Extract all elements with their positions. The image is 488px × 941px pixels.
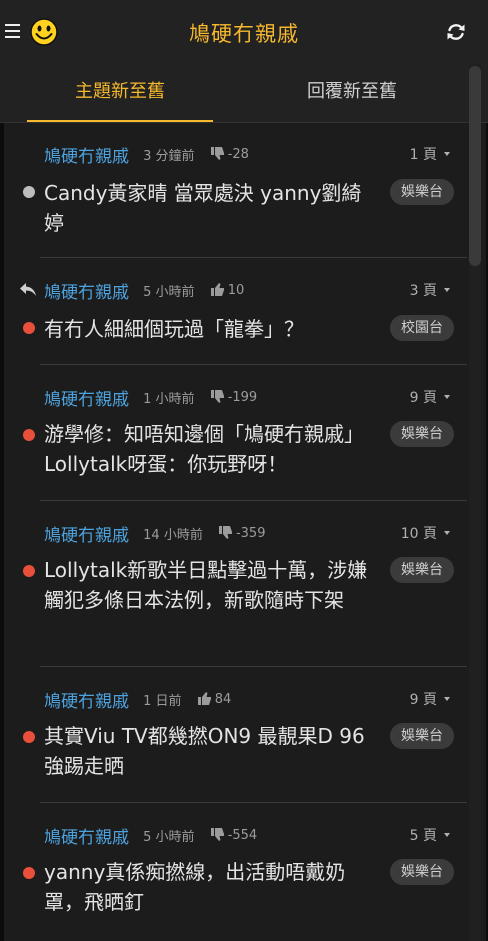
unread-status-dot xyxy=(23,731,35,743)
caret-down-icon xyxy=(444,531,450,535)
thread-author[interactable]: 鳩硬冇親戚 xyxy=(44,526,129,546)
thread-time: 5 小時前 xyxy=(143,830,195,845)
thread-time: 14 小時前 xyxy=(143,528,203,543)
thread-title[interactable]: 有冇人細細個玩過「龍拳」？ xyxy=(44,314,376,344)
divider xyxy=(40,666,467,667)
thumbs-down-icon xyxy=(210,390,224,403)
thumbs-up-icon xyxy=(197,692,211,705)
thread-score: -359 xyxy=(218,526,266,541)
scrollbar-thumb[interactable] xyxy=(469,66,481,266)
tab-newest-topics[interactable]: 主題新至舊 xyxy=(27,64,213,122)
thread-meta: 鳩硬冇親戚 5 小時前 -554 xyxy=(44,823,258,848)
thread-score-value: 84 xyxy=(214,692,232,707)
thread-meta: 鳩硬冇親戚 1 小時前 -199 xyxy=(44,385,258,410)
reply-icon xyxy=(20,283,36,296)
page-selector[interactable]: 1 頁 xyxy=(410,144,450,164)
thread-score: 84 xyxy=(197,692,232,707)
page-count: 10 頁 xyxy=(400,526,437,542)
thumbs-down-icon xyxy=(210,147,224,160)
app-title: 鳩硬冇親戚 xyxy=(189,22,299,46)
read-status-dot xyxy=(23,186,35,198)
top-bar: 鳩硬冇親戚 xyxy=(0,0,488,64)
page-count: 9 頁 xyxy=(409,390,437,406)
thread-score: -28 xyxy=(210,147,249,162)
thread-score-value: -359 xyxy=(235,526,266,541)
thread-score-value: 10 xyxy=(227,283,245,298)
thread-score: 10 xyxy=(210,283,245,298)
thread-time: 5 小時前 xyxy=(143,285,195,300)
thread-score-value: -199 xyxy=(227,390,258,405)
caret-down-icon xyxy=(444,395,450,399)
thread-meta: 鳩硬冇親戚 5 小時前 10 xyxy=(44,278,245,303)
thread-title[interactable]: yanny真係痴撚線，出活動唔戴奶罩，飛晒釘 xyxy=(44,857,376,917)
thread-title[interactable]: 游學修：知唔知邊個「鳩硬冇親戚」 Lollytalk呀蛋：你玩野呀！ xyxy=(44,419,376,479)
thumbs-down-icon xyxy=(218,526,232,539)
caret-down-icon xyxy=(444,697,450,701)
thread-item[interactable]: 鳩硬冇親戚 5 小時前 -554 5 頁 yanny真係痴撚線，出活動唔戴奶罩，… xyxy=(0,823,470,933)
tab-newest-replies[interactable]: 回覆新至舊 xyxy=(260,64,444,122)
page-selector[interactable]: 5 頁 xyxy=(410,825,450,845)
page-count: 3 頁 xyxy=(409,283,437,299)
thread-score-value: -28 xyxy=(227,147,249,162)
sort-tabs: 主題新至舊 回覆新至舊 xyxy=(0,64,488,123)
scrollbar[interactable] xyxy=(469,64,481,941)
page-count: 9 頁 xyxy=(409,692,437,708)
board-badge[interactable]: 娛樂台 xyxy=(390,723,454,749)
page-count: 5 頁 xyxy=(409,828,437,844)
thread-meta: 鳩硬冇親戚 1 日前 84 xyxy=(44,687,232,712)
thread-title[interactable]: Lollytalk新歌半日點擊過十萬，涉嫌觸犯多條日本法例，新歌隨時下架 xyxy=(44,555,376,615)
thread-author[interactable]: 鳩硬冇親戚 xyxy=(44,692,129,712)
thread-item[interactable]: 鳩硬冇親戚 1 小時前 -199 9 頁 游學修：知唔知邊個「鳩硬冇親戚」 Lo… xyxy=(0,385,470,515)
divider xyxy=(40,257,467,258)
thread-author[interactable]: 鳩硬冇親戚 xyxy=(44,828,129,848)
board-badge[interactable]: 娛樂台 xyxy=(390,557,454,583)
unread-status-dot xyxy=(23,322,35,334)
board-badge[interactable]: 娛樂台 xyxy=(390,179,454,205)
thread-score-value: -554 xyxy=(227,828,258,843)
caret-down-icon xyxy=(444,833,450,837)
divider xyxy=(40,802,467,803)
thread-score: -554 xyxy=(210,828,258,843)
page-selector[interactable]: 10 頁 xyxy=(401,523,450,543)
unread-status-dot xyxy=(23,867,35,879)
thread-item[interactable]: 鳩硬冇親戚 14 小時前 -359 10 頁 Lollytalk新歌半日點擊過十… xyxy=(0,521,470,681)
refresh-icon[interactable] xyxy=(445,21,467,43)
thread-meta: 鳩硬冇親戚 14 小時前 -359 xyxy=(44,521,266,546)
caret-down-icon xyxy=(444,288,450,292)
page-selector[interactable]: 9 頁 xyxy=(410,689,450,709)
thread-title[interactable]: Candy黃家晴 當眾處決 yanny劉綺婷 xyxy=(44,178,376,238)
unread-status-dot xyxy=(23,565,35,577)
thread-author[interactable]: 鳩硬冇親戚 xyxy=(44,147,129,167)
thread-meta: 鳩硬冇親戚 3 分鐘前 -28 xyxy=(44,142,249,167)
thumbs-down-icon xyxy=(210,828,224,841)
thread-time: 1 日前 xyxy=(143,694,182,709)
board-badge[interactable]: 娛樂台 xyxy=(390,859,454,885)
thread-time: 1 小時前 xyxy=(143,392,195,407)
board-badge[interactable]: 娛樂台 xyxy=(390,421,454,447)
page-selector[interactable]: 3 頁 xyxy=(410,280,450,300)
thread-item[interactable]: 鳩硬冇親戚 5 小時前 10 3 頁 有冇人細細個玩過「龍拳」？ 校園台 xyxy=(0,278,470,378)
thread-time: 3 分鐘前 xyxy=(143,149,195,164)
page-count: 1 頁 xyxy=(409,147,437,163)
thread-author[interactable]: 鳩硬冇親戚 xyxy=(44,283,129,303)
unread-status-dot xyxy=(23,429,35,441)
caret-down-icon xyxy=(444,152,450,156)
thread-item[interactable]: 鳩硬冇親戚 1 日前 84 9 頁 其實Viu TV都幾撚ON9 最靚果D 96… xyxy=(0,687,470,817)
thumbs-up-icon xyxy=(210,283,224,296)
thread-title[interactable]: 其實Viu TV都幾撚ON9 最靚果D 96強踢走晒 xyxy=(44,721,376,781)
thread-item[interactable]: 鳩硬冇親戚 3 分鐘前 -28 1 頁 Candy黃家晴 當眾處決 yanny劉… xyxy=(0,142,470,272)
divider xyxy=(40,364,467,365)
board-badge[interactable]: 校園台 xyxy=(390,315,454,341)
divider xyxy=(40,500,467,501)
page-selector[interactable]: 9 頁 xyxy=(410,387,450,407)
thread-score: -199 xyxy=(210,390,258,405)
thread-author[interactable]: 鳩硬冇親戚 xyxy=(44,390,129,410)
